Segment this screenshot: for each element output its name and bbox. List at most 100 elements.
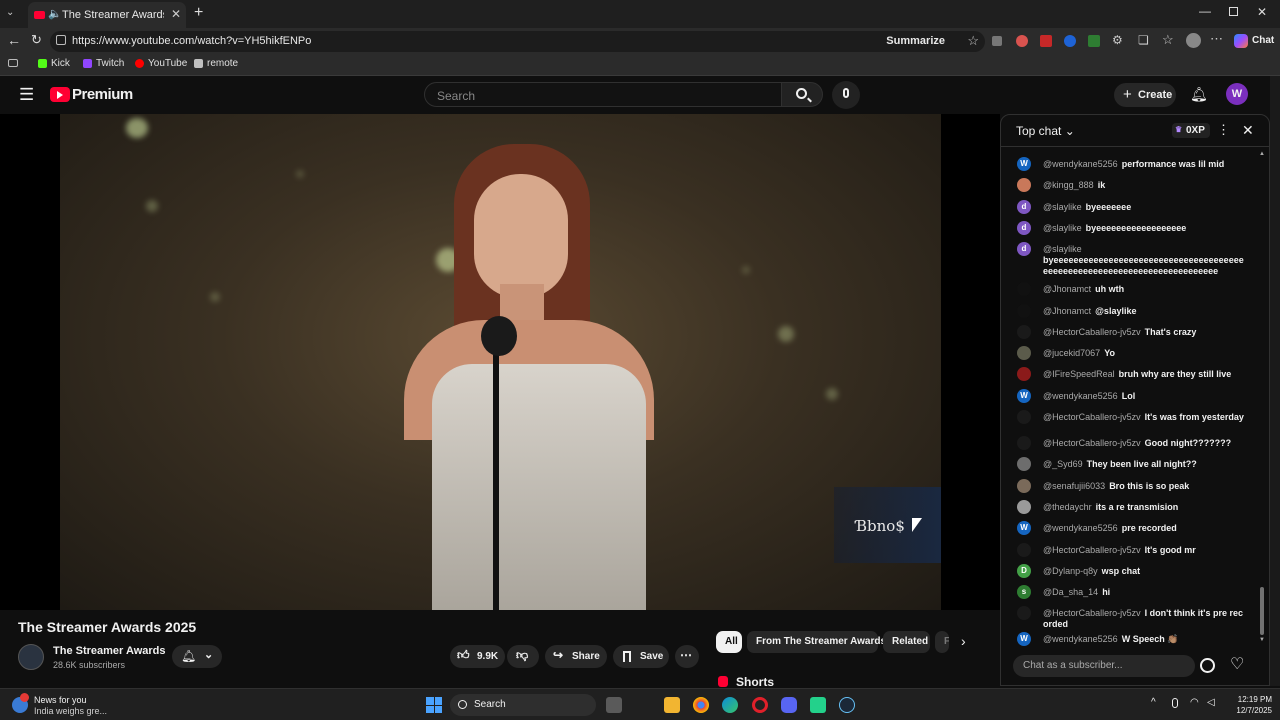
start-windows-icon[interactable] (426, 697, 442, 713)
chat-author-avatar[interactable]: D (1017, 563, 1031, 578)
like-button[interactable]: 👍︎ 9.9K (450, 645, 505, 668)
app-green-icon[interactable] (810, 697, 826, 713)
chat-author-avatar[interactable]: s (1017, 585, 1031, 600)
file-explorer-icon[interactable] (664, 697, 680, 713)
chat-author-avatar[interactable]: d (1017, 242, 1031, 257)
search-button[interactable] (781, 82, 823, 107)
news-widget-title[interactable]: News for you (34, 695, 87, 705)
video-frame[interactable] (60, 114, 941, 610)
chat-author-avatar[interactable] (1017, 282, 1031, 297)
chip-related[interactable]: Related (883, 631, 930, 653)
tab-actions-chevron-icon[interactable]: ⌄ (6, 7, 20, 21)
chat-author-avatar[interactable]: W (1017, 388, 1031, 403)
chat-author-avatar[interactable] (1017, 410, 1031, 424)
more-actions-button[interactable]: ⋯ (675, 645, 699, 668)
collections-icon[interactable]: ❏ (1138, 33, 1149, 47)
restore-icon[interactable] (1229, 7, 1238, 16)
chat-author-avatar[interactable] (1017, 324, 1031, 339)
extensions-puzzle-icon[interactable]: ⚙ (1112, 33, 1123, 47)
account-avatar[interactable]: W (1226, 83, 1248, 105)
back-icon[interactable]: ← (7, 32, 21, 48)
wifi-icon[interactable]: ◠ (1190, 697, 1199, 708)
favorite-star-icon[interactable]: ☆ (967, 33, 979, 49)
site-info-icon[interactable] (56, 35, 66, 45)
discord-icon[interactable] (781, 697, 797, 713)
chat-author-avatar[interactable] (1017, 542, 1031, 557)
bookmark-youtube[interactable]: YouTube (135, 58, 187, 69)
heart-icon[interactable]: ♡ (1230, 654, 1244, 674)
chat-author-name[interactable]: @thedaychr (1043, 502, 1092, 512)
chat-author-name[interactable]: @HectorCaballero-jv5zv (1043, 412, 1141, 422)
chat-author-name[interactable]: @HectorCaballero-jv5zv (1043, 608, 1141, 618)
bookmarks-hub-icon[interactable] (8, 59, 18, 67)
voice-search-button[interactable] (832, 81, 860, 109)
chip-more[interactable]: F (935, 631, 949, 653)
tray-chevron-icon[interactable]: ^ (1151, 697, 1156, 708)
channel-avatar[interactable] (18, 644, 44, 670)
edge-icon[interactable] (722, 697, 738, 713)
chat-author-avatar[interactable]: d (1017, 199, 1031, 214)
bookmark-remote[interactable]: remote (194, 58, 238, 69)
youtube-logo[interactable] (50, 87, 70, 102)
chat-author-name[interactable]: @Da_sha_14 (1043, 587, 1098, 597)
dislike-button[interactable]: 👎︎ (507, 645, 539, 668)
chat-author-avatar[interactable] (1017, 457, 1031, 472)
chat-author-name[interactable]: @wendykane5256 (1043, 159, 1118, 169)
chrome-icon[interactable] (693, 697, 709, 713)
chat-author-name[interactable]: @Jhonamct (1043, 284, 1091, 294)
extension-icon[interactable] (992, 36, 1002, 46)
minimize-icon[interactable]: — (1199, 4, 1211, 18)
volume-icon[interactable]: ◁ (1207, 697, 1215, 708)
notifications-bell-icon[interactable]: 🔔︎ (1190, 86, 1208, 103)
chat-author-avatar[interactable] (1017, 346, 1031, 361)
chat-scroll-thumb[interactable] (1260, 587, 1264, 635)
browser-tab-active[interactable]: 🔈 The Streamer Awards 2025 - YouTube ✕ (28, 2, 186, 28)
chips-next-chevron-icon[interactable]: › (961, 633, 966, 649)
taskbar-search[interactable]: Search (450, 694, 596, 716)
video-player[interactable]: Ɓbno$ (0, 114, 1000, 610)
chat-author-name[interactable]: @IFireSpeedReal (1043, 369, 1115, 379)
chat-author-avatar[interactable] (1017, 303, 1031, 318)
xp-badge[interactable]: ♛ 0XP (1172, 123, 1210, 138)
channel-name[interactable]: The Streamer Awards (53, 645, 166, 657)
chat-author-name[interactable]: @_Syd69 (1043, 459, 1083, 469)
chat-message-input[interactable]: Chat as a subscriber... (1013, 655, 1195, 677)
summarize-button[interactable]: Summarize (886, 35, 945, 47)
steam-icon[interactable] (839, 697, 855, 713)
tab-audio-icon[interactable]: 🔈 (48, 7, 62, 20)
extension-icon[interactable] (1040, 35, 1052, 47)
chat-close-icon[interactable]: ✕ (1242, 122, 1254, 139)
favorites-icon[interactable]: ☆ (1162, 32, 1174, 48)
hamburger-menu-icon[interactable]: ☰ (19, 85, 34, 105)
extension-icon[interactable] (1016, 35, 1028, 47)
more-menu-icon[interactable]: ⋯ (1210, 31, 1223, 47)
chat-author-avatar[interactable] (1017, 178, 1031, 193)
chat-author-name[interactable]: @Jhonamct (1043, 306, 1091, 316)
chip-all[interactable]: All (716, 631, 742, 653)
chat-author-name[interactable]: @Dylanp-q8y (1043, 566, 1098, 576)
chat-author-name[interactable]: @slaylike (1043, 202, 1082, 212)
subscription-bell-button[interactable]: 🔔︎ ⌄ (172, 645, 222, 668)
create-button[interactable]: + Create (1114, 83, 1176, 107)
new-tab-icon[interactable]: + (194, 4, 203, 22)
chat-author-name[interactable]: @slaylike (1043, 244, 1244, 255)
chat-more-icon[interactable]: ⋮ (1217, 122, 1230, 138)
chat-author-name[interactable]: @kingg_888 (1043, 180, 1094, 190)
chat-author-name[interactable]: @HectorCaballero-jv5zv (1043, 327, 1141, 337)
microphone-tray-icon[interactable] (1172, 698, 1178, 708)
chat-author-name[interactable]: @slaylike (1043, 223, 1082, 233)
system-clock[interactable]: 12:19 PM 12/7/2025 (1232, 694, 1272, 716)
chat-author-avatar[interactable]: W (1017, 632, 1031, 647)
extension-icon[interactable] (1088, 35, 1100, 47)
scroll-down-icon[interactable]: ▼ (1259, 637, 1265, 643)
chat-author-avatar[interactable] (1017, 436, 1031, 450)
chat-author-name[interactable]: @wendykane5256 (1043, 634, 1118, 644)
chat-author-avatar[interactable] (1017, 367, 1031, 382)
chat-author-avatar[interactable] (1017, 478, 1031, 493)
save-button[interactable]: Save (613, 645, 669, 668)
chat-author-name[interactable]: @wendykane5256 (1043, 391, 1118, 401)
scroll-up-icon[interactable]: ▲ (1259, 151, 1265, 157)
chat-author-name[interactable]: @HectorCaballero-jv5zv (1043, 545, 1141, 555)
emoji-icon[interactable] (1200, 658, 1215, 673)
profile-icon[interactable] (1186, 33, 1201, 48)
